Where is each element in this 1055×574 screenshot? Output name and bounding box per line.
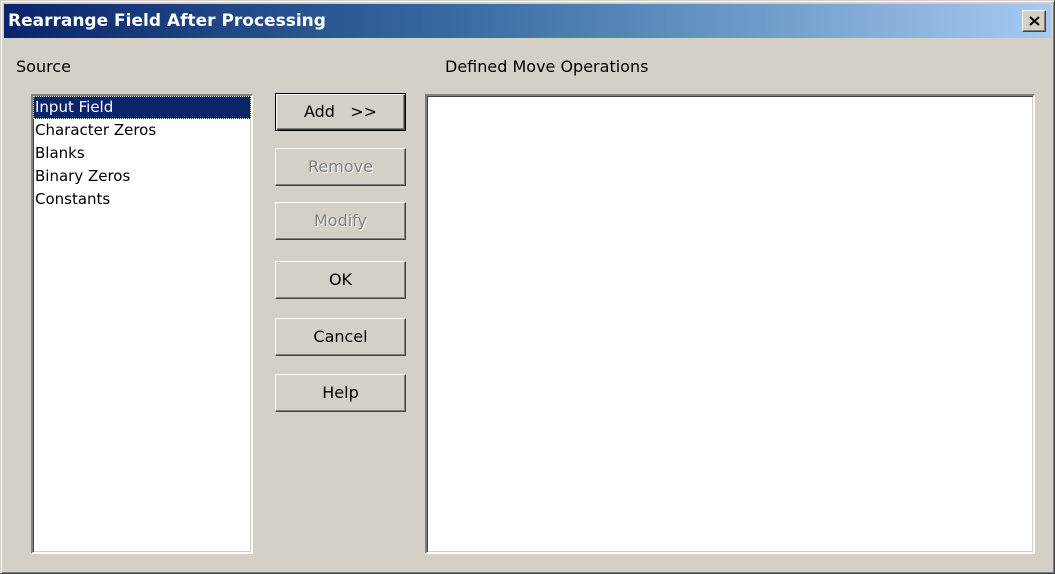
add-button[interactable]: Add >>	[275, 93, 406, 131]
source-item-blanks[interactable]: Blanks	[33, 142, 251, 165]
source-item-character-zeros[interactable]: Character Zeros	[33, 119, 251, 142]
source-item-input-field[interactable]: Input Field	[33, 96, 251, 119]
modify-button[interactable]: Modify	[275, 202, 406, 240]
cancel-button[interactable]: Cancel	[275, 318, 406, 356]
window-title: Rearrange Field After Processing	[8, 11, 326, 31]
close-icon	[1029, 16, 1040, 26]
source-item-binary-zeros[interactable]: Binary Zeros	[33, 165, 251, 188]
source-item-constants[interactable]: Constants	[33, 188, 251, 211]
close-button[interactable]	[1022, 10, 1046, 32]
defined-move-operations-listbox[interactable]	[425, 94, 1035, 554]
source-listbox[interactable]: Input Field Character Zeros Blanks Binar…	[31, 94, 253, 554]
remove-button[interactable]: Remove	[275, 148, 406, 186]
title-bar[interactable]: Rearrange Field After Processing	[4, 4, 1051, 38]
rearrange-field-dialog: Rearrange Field After Processing Source …	[0, 0, 1055, 574]
defined-move-operations-label: Defined Move Operations	[445, 57, 649, 76]
ok-button[interactable]: OK	[275, 261, 406, 299]
help-button[interactable]: Help	[275, 374, 406, 412]
source-label: Source	[16, 57, 71, 76]
